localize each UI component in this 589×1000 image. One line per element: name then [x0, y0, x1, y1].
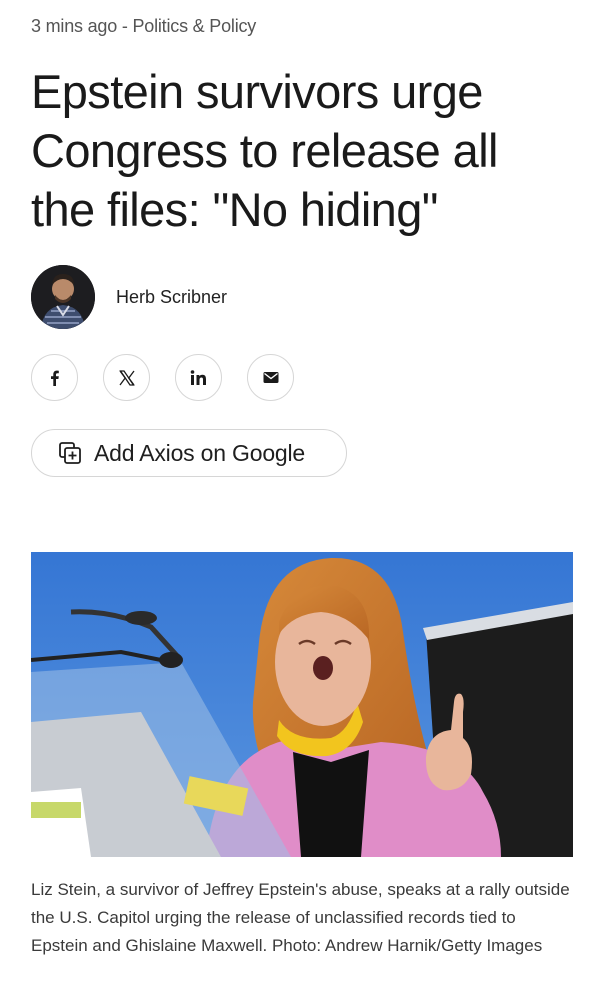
- article-headline: Epstein survivors urge Congress to relea…: [31, 65, 499, 236]
- author-avatar[interactable]: [31, 265, 95, 329]
- category-link[interactable]: Politics & Policy: [132, 16, 256, 36]
- byline: Herb Scribner: [31, 265, 227, 329]
- rally-photo: [31, 552, 573, 857]
- article-meta: 3 mins ago - Politics & Policy: [31, 16, 256, 37]
- facebook-icon: [50, 370, 59, 386]
- add-source-icon: [59, 442, 81, 464]
- add-axios-on-google-button[interactable]: Add Axios on Google: [31, 429, 347, 477]
- meta-separator: -: [117, 16, 133, 36]
- article-photo: [31, 552, 573, 857]
- share-facebook-button[interactable]: [31, 354, 78, 401]
- photo-caption: Liz Stein, a survivor of Jeffrey Epstein…: [31, 880, 570, 955]
- share-email-button[interactable]: [247, 354, 294, 401]
- mail-icon: [263, 372, 278, 383]
- share-bar: [31, 354, 294, 401]
- add-axios-on-google-label: Add Axios on Google: [94, 439, 306, 466]
- timestamp: 3 mins ago: [31, 16, 118, 36]
- share-x-button[interactable]: [103, 354, 150, 401]
- author-photo: [31, 265, 95, 329]
- linkedin-icon: [190, 369, 206, 385]
- author-name[interactable]: Herb Scribner: [116, 287, 227, 308]
- share-linkedin-button[interactable]: [175, 354, 222, 401]
- x-icon: [118, 369, 135, 386]
